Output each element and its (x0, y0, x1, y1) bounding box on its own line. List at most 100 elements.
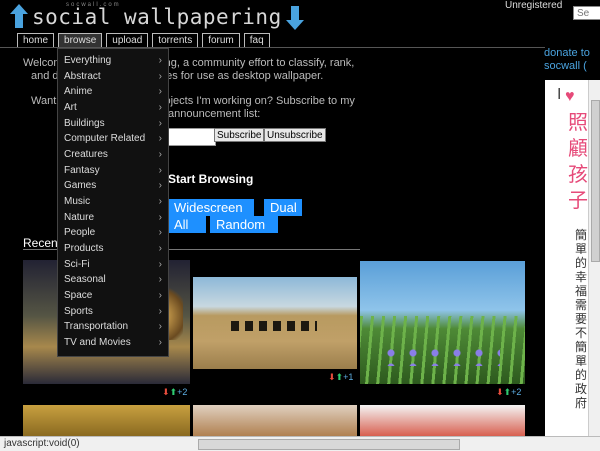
menu-item-art[interactable]: Art › (64, 102, 162, 113)
submenu-arrow-icon: › (158, 290, 162, 301)
ad-slogan: 簡單的幸福需要不簡單的政府 (575, 228, 588, 410)
submenu-arrow-icon: › (158, 86, 162, 97)
nav-forum[interactable]: forum (202, 33, 240, 48)
vote-down-icon[interactable]: ⬇ (328, 372, 336, 382)
nav-home[interactable]: home (17, 33, 55, 48)
scrollbar-thumb[interactable] (591, 100, 600, 262)
menu-item-label: Abstract (64, 71, 101, 82)
vertical-scrollbar[interactable] (588, 80, 600, 438)
donate-link[interactable]: donate to socwall ( (544, 47, 590, 73)
menu-item-people[interactable]: People › (64, 227, 162, 238)
submenu-arrow-icon: › (158, 149, 162, 160)
submenu-arrow-icon: › (158, 306, 162, 317)
menu-item-label: Nature (64, 212, 95, 223)
menu-item-label: Sci-Fi (64, 259, 90, 270)
ad-headline: 照顧孩子 (568, 112, 588, 212)
wallpaper-thumb-2[interactable] (193, 277, 357, 369)
vote-up-icon[interactable]: ⬆ (170, 387, 178, 397)
menu-item-label: Computer Related (64, 133, 146, 144)
vote-down-icon[interactable]: ⬇ (162, 387, 170, 397)
status-text: javascript:void(0) (4, 438, 80, 449)
menu-item-games[interactable]: Games › (64, 180, 162, 191)
nav-torrents[interactable]: torrents (152, 33, 199, 48)
vote-score: +1 (343, 372, 354, 382)
subscribe-button[interactable]: Subscribe (214, 128, 265, 142)
status-bar: javascript:void(0) (0, 436, 600, 451)
random-button[interactable]: Random (210, 216, 278, 233)
menu-item-label: Art (64, 102, 77, 113)
menu-item-label: People (64, 227, 96, 238)
dual-button[interactable]: Dual (264, 199, 302, 216)
site-logo[interactable]: social wallpapering socwall.com (8, 2, 306, 32)
submenu-arrow-icon: › (158, 71, 162, 82)
nav-browse[interactable]: browse (58, 33, 103, 48)
submenu-arrow-icon: › (158, 212, 162, 223)
menu-item-tv-and-movies[interactable]: TV and Movies › (64, 337, 162, 348)
menu-item-label: Sports (64, 306, 93, 317)
menu-item-label: Music (64, 196, 91, 207)
wallpaper-thumb-6[interactable] (360, 405, 525, 436)
browse-dropdown: Everything › Abstract › Anime › Art › Buildi… (57, 48, 169, 357)
vote-box-3: ⬇⬆+2 (496, 387, 521, 398)
all-button[interactable]: All (168, 216, 206, 233)
horizontal-scrollbar[interactable] (198, 439, 460, 450)
menu-item-music[interactable]: Music › (64, 196, 162, 207)
wallpaper-thumb-4[interactable] (23, 405, 190, 436)
logo-domain: socwall.com (66, 2, 121, 8)
nav-upload[interactable]: upload (106, 33, 149, 48)
submenu-arrow-icon: › (158, 165, 162, 176)
menu-item-sports[interactable]: Sports › (64, 306, 162, 317)
menu-item-space[interactable]: Space › (64, 290, 162, 301)
donate-line-1: donate to (544, 47, 590, 59)
submenu-arrow-icon: › (158, 259, 162, 270)
menu-item-computer-related[interactable]: Computer Related › (64, 133, 162, 144)
vote-down-icon[interactable]: ⬇ (496, 387, 504, 397)
wallpaper-thumb-5[interactable] (193, 405, 357, 436)
login-input[interactable] (573, 6, 600, 20)
submenu-arrow-icon: › (158, 196, 162, 207)
submenu-arrow-icon: › (158, 243, 162, 254)
vote-up-icon[interactable]: ⬆ (336, 372, 344, 382)
start-browsing-heading: Start Browsing (168, 172, 254, 186)
widescreen-button[interactable]: Widescreen (168, 199, 254, 216)
menu-item-sci-fi[interactable]: Sci-Fi › (64, 259, 162, 270)
menu-item-label: Buildings (64, 118, 105, 129)
vote-box-2: ⬇⬆+1 (328, 372, 353, 383)
nav-faq[interactable]: faq (243, 33, 270, 48)
submenu-arrow-icon: › (158, 227, 162, 238)
main-nav: home browse upload torrents forum faq (17, 33, 270, 48)
ad-letter-i: I (557, 86, 562, 103)
menu-item-abstract[interactable]: Abstract › (64, 71, 162, 82)
email-field[interactable] (168, 128, 216, 146)
submenu-arrow-icon: › (158, 118, 162, 129)
donate-line-2: socwall ( (544, 60, 587, 72)
vote-score: +2 (511, 387, 522, 397)
wallpaper-thumb-3[interactable] (360, 261, 525, 384)
vote-box-1: ⬇⬆+2 (162, 387, 187, 398)
user-status: Unregistered (505, 0, 563, 11)
menu-item-nature[interactable]: Nature › (64, 212, 162, 223)
submenu-arrow-icon: › (158, 274, 162, 285)
menu-item-label: Fantasy (64, 165, 100, 176)
vote-score: +2 (177, 387, 188, 397)
menu-item-label: Transportation (64, 321, 129, 332)
menu-item-fantasy[interactable]: Fantasy › (64, 165, 162, 176)
menu-item-seasonal[interactable]: Seasonal › (64, 274, 162, 285)
menu-item-label: Anime (64, 86, 93, 97)
menu-item-everything[interactable]: Everything › (64, 55, 162, 66)
download-arrow-icon (284, 4, 306, 30)
menu-item-buildings[interactable]: Buildings › (64, 118, 162, 129)
upload-arrow-icon (8, 4, 30, 30)
menu-item-creatures[interactable]: Creatures › (64, 149, 162, 160)
menu-item-label: TV and Movies (64, 337, 131, 348)
intro-line-4: announcement list: (168, 108, 261, 120)
menu-item-anime[interactable]: Anime › (64, 86, 162, 97)
vote-up-icon[interactable]: ⬆ (504, 387, 512, 397)
menu-item-products[interactable]: Products › (64, 243, 162, 254)
submenu-arrow-icon: › (158, 102, 162, 113)
recent-heading: Recent (23, 236, 62, 250)
menu-item-transportation[interactable]: Transportation › (64, 321, 162, 332)
unsubscribe-button[interactable]: Unsubscribe (264, 128, 326, 142)
menu-item-label: Everything (64, 55, 112, 66)
menu-item-label: Games (64, 180, 97, 191)
